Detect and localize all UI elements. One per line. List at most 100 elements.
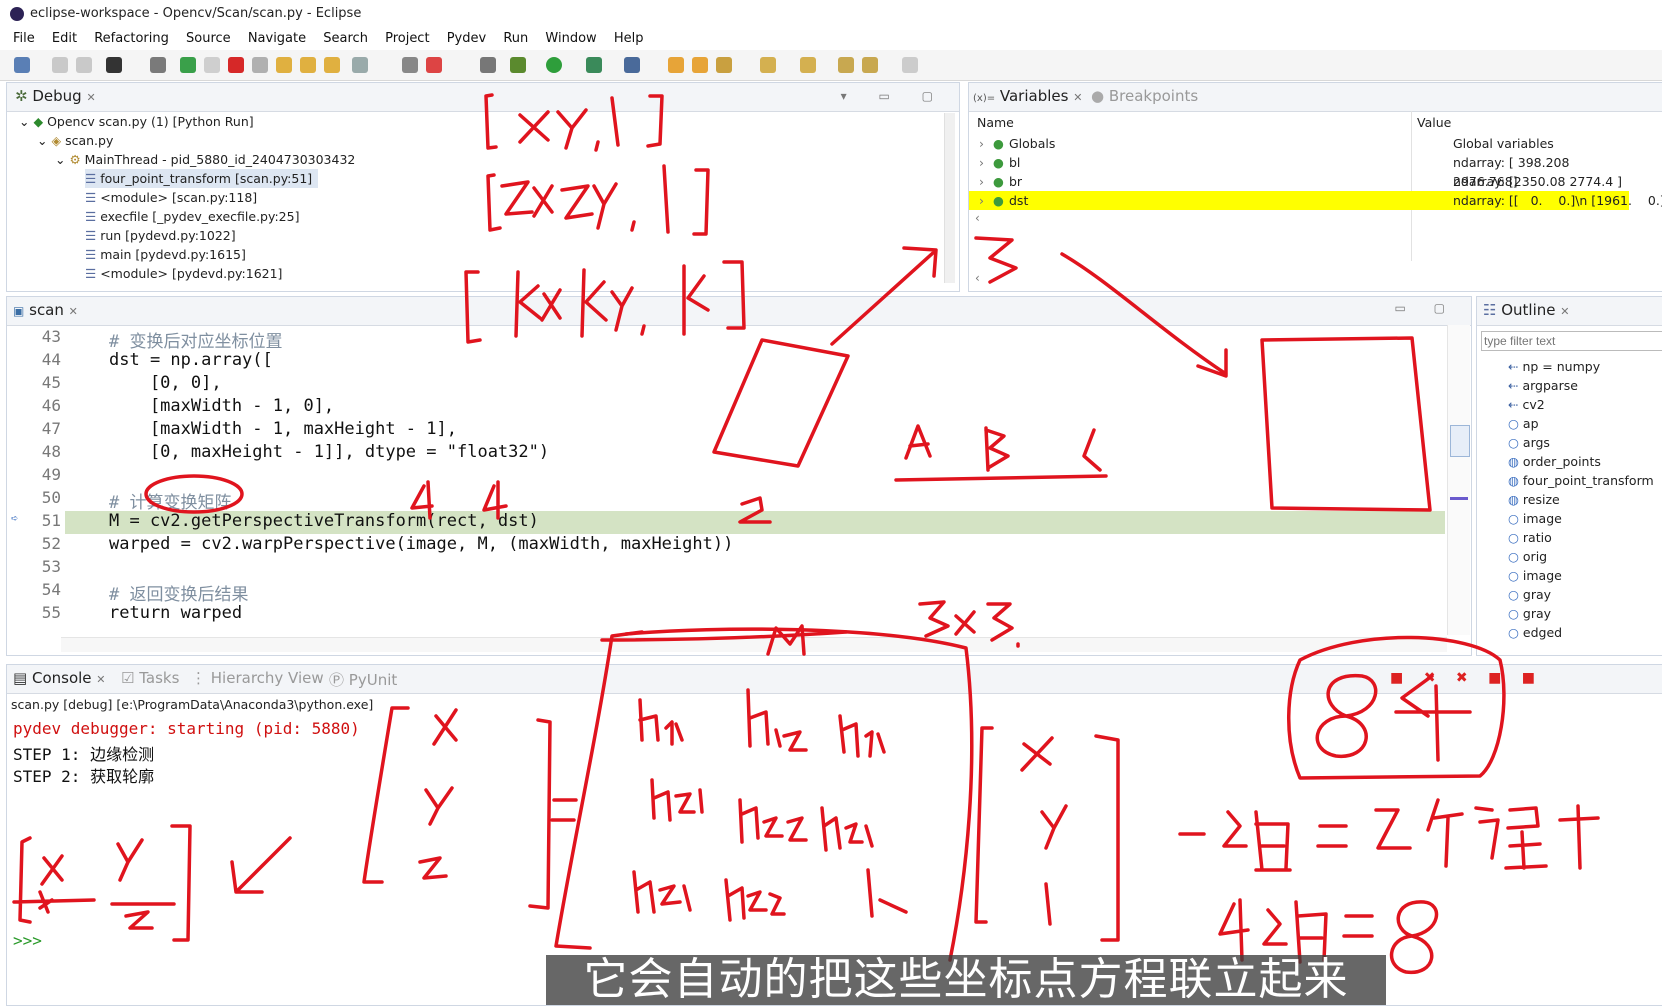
save-all-icon[interactable] — [76, 57, 92, 73]
view-controls[interactable]: ▾ ▭ ▢ — [841, 89, 947, 103]
outline-item[interactable]: ○ gray — [1508, 604, 1551, 623]
back-icon[interactable] — [862, 57, 878, 73]
close-icon[interactable]: ✕ — [1560, 305, 1569, 318]
menu-file[interactable]: File — [13, 28, 35, 50]
menu-source[interactable]: Source — [186, 28, 231, 50]
tab-scan[interactable]: ▣ scan ✕ — [13, 301, 78, 323]
column-header-value[interactable]: Value — [1417, 115, 1451, 130]
close-icon[interactable]: ✕ — [1073, 91, 1082, 104]
menu-window[interactable]: Window — [545, 28, 596, 50]
stack-frame-selected[interactable]: ☰ four_point_transform [scan.py:51] — [85, 169, 319, 188]
debug-bug-icon: ✲ — [15, 87, 28, 105]
stack-frame[interactable]: ☰ run [pydevd.py:1022] — [85, 226, 236, 245]
outline-item[interactable]: ◍ resize — [1508, 490, 1560, 509]
breakpoint-icon[interactable] — [426, 57, 442, 73]
menu-search[interactable]: Search — [323, 28, 368, 50]
package-icon[interactable] — [480, 57, 496, 73]
suspend-icon[interactable] — [204, 57, 220, 73]
menu-project[interactable]: Project — [385, 28, 429, 50]
menu-pydev[interactable]: Pydev — [447, 28, 486, 50]
outline-item[interactable]: ○ ratio — [1508, 528, 1552, 547]
step-over-icon[interactable] — [300, 57, 316, 73]
menu-navigate[interactable]: Navigate — [248, 28, 306, 50]
scroll-thumb[interactable] — [1450, 425, 1470, 457]
next-annotation-icon[interactable] — [760, 57, 776, 73]
console-icon[interactable] — [352, 57, 368, 73]
outline-item[interactable]: ◍ order_points — [1508, 452, 1601, 471]
editor-view-controls[interactable]: ▭ ▢ — [1395, 301, 1458, 315]
menu-refactoring[interactable]: Refactoring — [94, 28, 169, 50]
stack-frame[interactable]: ☰ <module> [pydevd.py:1621] — [85, 264, 282, 283]
tree-row-thread[interactable]: ⌄ ⚙ MainThread - pid_5880_id_24047303034… — [55, 150, 355, 169]
tab-console[interactable]: ▤ Console ✕ — [13, 669, 106, 691]
outline-item[interactable]: ○ orig — [1508, 547, 1547, 566]
menu-run[interactable]: Run — [503, 28, 528, 50]
close-icon[interactable]: ✕ — [96, 673, 105, 686]
stack-frame[interactable]: ☰ <module> [scan.py:118] — [85, 188, 257, 207]
editor-scrollbar[interactable] — [1447, 325, 1470, 635]
chevron-right-icon: › — [979, 193, 984, 208]
tools-icon[interactable] — [402, 57, 418, 73]
external-tools-icon[interactable] — [624, 57, 640, 73]
open-type-icon[interactable] — [692, 57, 708, 73]
debug-icon[interactable] — [510, 57, 526, 73]
stack-frame[interactable]: ☰ execfile [_pydev_execfile.py:25] — [85, 207, 299, 226]
open-folder-icon[interactable] — [668, 57, 684, 73]
variable-row[interactable]: › ● br ndarray: [2350.08 2774.4 ] — [969, 172, 1629, 191]
outline-item[interactable]: ○ image — [1508, 509, 1562, 528]
console-line: STEP 2: 获取轮廓 — [13, 767, 155, 786]
horizontal-scrollbar[interactable] — [61, 637, 1447, 652]
menu-edit[interactable]: Edit — [52, 28, 77, 50]
column-header-name[interactable]: Name — [977, 115, 1014, 130]
close-icon[interactable]: ✕ — [69, 305, 78, 318]
variable-row[interactable]: › ● Globals Global variables — [969, 134, 1629, 153]
step-into-icon[interactable] — [276, 57, 292, 73]
tree-row-process[interactable]: ⌄ ◈ scan.py — [37, 131, 113, 150]
tab-variables[interactable]: (x)= Variables ✕ — [973, 87, 1082, 109]
tab-pyunit[interactable]: Ⓟ PyUnit — [329, 669, 397, 691]
disconnect-icon[interactable] — [252, 57, 268, 73]
tab-breakpoints[interactable]: ● Breakpoints — [1091, 87, 1198, 109]
code-area[interactable]: 43 # 变换后对应坐标位置 44 dst = np.array([ 45 [0, … — [7, 325, 1447, 635]
outline-item[interactable]: ⇠ cv2 — [1508, 395, 1545, 414]
resume-icon[interactable] — [180, 57, 196, 73]
outline-item[interactable]: ○ args — [1508, 433, 1550, 452]
coverage-icon[interactable] — [586, 57, 602, 73]
tab-outline[interactable]: ☷ Outline ✕ — [1483, 301, 1570, 323]
menu-help[interactable]: Help — [614, 28, 644, 50]
tab-hierarchy-view[interactable]: ⋮ Hierarchy View — [191, 669, 324, 691]
step-return-icon[interactable] — [324, 57, 340, 73]
code-line: 46 [maxWidth - 1, 0], — [41, 396, 335, 416]
outline-filter-input[interactable] — [1481, 331, 1662, 351]
outline-item[interactable]: ○ ap — [1508, 414, 1539, 433]
tree-row-launch[interactable]: ⌄ ◆ Opencv scan.py (1) [Python Run] — [19, 112, 254, 131]
debug-scrollbar[interactable] — [944, 113, 955, 283]
scroll-left-icon[interactable]: ‹ — [975, 271, 980, 285]
close-icon[interactable]: ✕ — [86, 91, 95, 104]
outline-item[interactable]: ○ image — [1508, 566, 1562, 585]
skip-breakpoints-icon[interactable] — [150, 57, 166, 73]
outline-item[interactable]: ○ edged — [1508, 623, 1562, 642]
console-prompt[interactable]: >>> — [13, 931, 42, 950]
last-edit-icon[interactable] — [838, 57, 854, 73]
prev-annotation-icon[interactable] — [800, 57, 816, 73]
profile-icon[interactable] — [106, 57, 122, 73]
outline-item[interactable]: ○ gray — [1508, 585, 1551, 604]
forward-icon[interactable] — [902, 57, 918, 73]
tab-tasks[interactable]: ☑ Tasks — [121, 669, 179, 691]
chevron-down-icon: ⌄ — [37, 133, 52, 148]
outline-item[interactable]: ◍ four_point_transform — [1508, 471, 1654, 490]
stack-frame[interactable]: ☰ main [pydevd.py:1615] — [85, 245, 246, 264]
terminate-icon[interactable] — [228, 57, 244, 73]
save-icon[interactable] — [52, 57, 68, 73]
outline-item[interactable]: ⇠ np = numpy — [1508, 357, 1600, 376]
console-terminate-icons[interactable]: ■ ✖ ✖ ■ ■ — [1390, 670, 1543, 686]
variable-row[interactable]: › ● bl ndarray: [ 398.208 2976.768] — [969, 153, 1629, 189]
variable-row-changed[interactable]: › ● dst ndarray: [[ 0. 0.]\n [1961. 0.]\… — [969, 191, 1662, 210]
search-icon[interactable] — [716, 57, 732, 73]
tab-debug[interactable]: ✲ Debug ✕ — [15, 87, 96, 109]
run-icon[interactable] — [546, 57, 562, 73]
scroll-left-icon[interactable]: ‹ — [975, 211, 980, 225]
new-icon[interactable] — [14, 57, 30, 73]
outline-item[interactable]: ⇠ argparse — [1508, 376, 1578, 395]
